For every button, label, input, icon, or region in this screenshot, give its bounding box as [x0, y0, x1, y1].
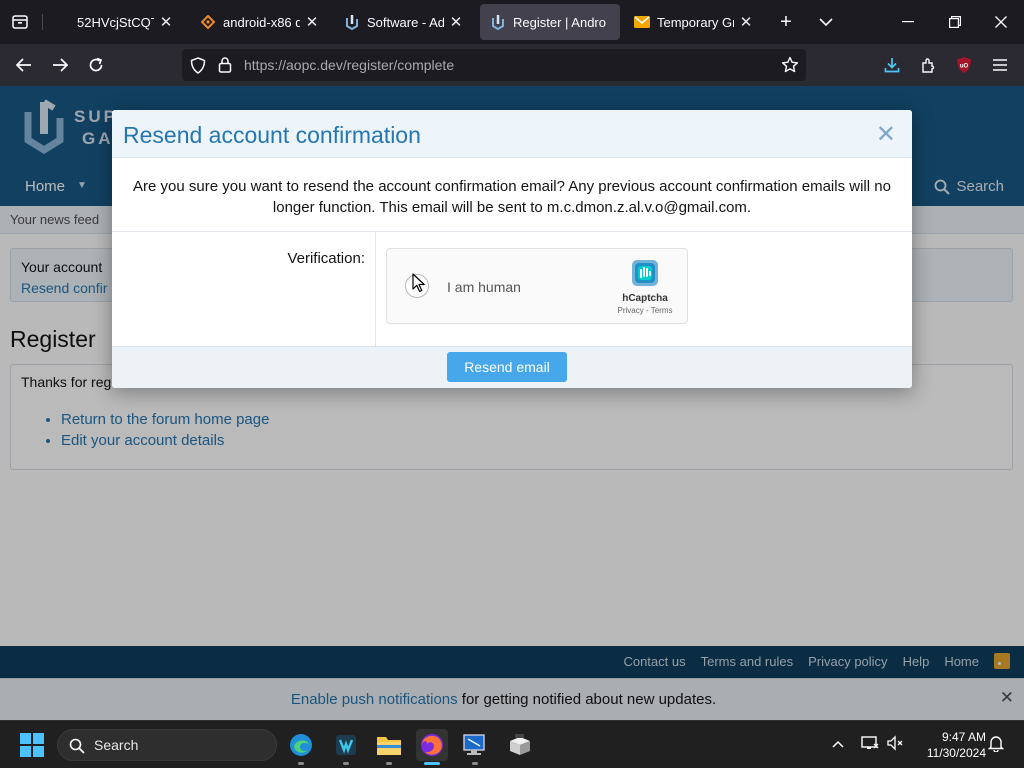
- lock-icon[interactable]: [218, 56, 232, 76]
- firefox-icon[interactable]: [416, 729, 448, 761]
- taskbar-clock[interactable]: 9:47 AM 11/30/2024: [912, 729, 986, 761]
- extensions-icon[interactable]: [917, 53, 941, 77]
- taskbar-search-label: Search: [94, 737, 139, 753]
- virtual-machine-icon[interactable]: [459, 729, 491, 761]
- tab-android-x86[interactable]: android-x86 dow ✕: [190, 4, 330, 40]
- tab-title: 52HVcjStCQTsaDJW: [77, 14, 154, 30]
- back-arrow-icon[interactable]: [12, 53, 36, 77]
- sourceforge-icon: [200, 14, 216, 30]
- app-indicator: [386, 762, 392, 765]
- tab-mail-1[interactable]: 52HVcjStCQTsaDJW ✕: [44, 4, 184, 40]
- restore-icon[interactable]: [943, 10, 967, 34]
- app-indicator: [472, 762, 478, 765]
- resend-email-button[interactable]: Resend email: [447, 352, 567, 382]
- hcaptcha-widget[interactable]: I am human hCaptcha Privacy - Terms: [386, 248, 688, 324]
- dialog-title: Resend account confirmation: [123, 122, 421, 148]
- vscode-like-icon[interactable]: [330, 729, 362, 761]
- reload-icon[interactable]: [84, 53, 108, 77]
- downloads-icon[interactable]: [880, 53, 904, 77]
- windows-start-icon[interactable]: [20, 733, 44, 757]
- site-logo-icon: [344, 14, 360, 30]
- forward-arrow-icon[interactable]: [48, 53, 72, 77]
- tab-title: Temporary Gma: [657, 14, 734, 30]
- network-display-icon[interactable]: [861, 735, 879, 754]
- tab-register[interactable]: Register | Andro: [480, 4, 620, 40]
- edge-browser-icon[interactable]: [285, 729, 317, 761]
- dialog-message-line-2: longer function. This email will be sent…: [272, 199, 752, 216]
- minimize-icon[interactable]: [896, 10, 920, 34]
- bookmark-star-icon[interactable]: [781, 56, 799, 77]
- clock-date: 11/30/2024: [926, 746, 986, 760]
- windows-taskbar: Search 9:47 AM 11/30/2024: [0, 720, 1024, 768]
- url-path: /register/complete: [342, 57, 455, 73]
- hcaptcha-brand-name: hCaptcha: [622, 293, 668, 304]
- volume-muted-icon[interactable]: [886, 735, 904, 754]
- url-host: https://aopc.dev: [244, 57, 343, 73]
- tab-title: android-x86 dow: [223, 14, 300, 30]
- new-tab-plus-icon[interactable]: +: [774, 10, 798, 34]
- tab-close-icon[interactable]: ✕: [158, 13, 174, 31]
- hcaptcha-logo-icon: [632, 260, 658, 286]
- dialog-header: Resend account confirmation ✕: [112, 110, 912, 158]
- close-window-icon[interactable]: [989, 10, 1013, 34]
- dialog-close-icon[interactable]: ✕: [876, 120, 896, 149]
- verification-label: Verification:: [287, 250, 365, 267]
- ublock-badge-text: uO: [960, 64, 969, 70]
- verification-label-cell: Verification:: [112, 232, 376, 346]
- resend-confirmation-dialog: Resend account confirmation ✕ Are you su…: [112, 110, 912, 388]
- tab-temp-mail[interactable]: Temporary Gma ✕: [624, 4, 764, 40]
- tab-separator: [42, 14, 43, 30]
- address-bar[interactable]: https://aopc.dev/register/complete: [182, 49, 806, 81]
- show-hidden-icons-chevron-up-icon[interactable]: [832, 735, 844, 751]
- installer-box-icon[interactable]: [504, 729, 536, 761]
- tab-title: Software - Adva: [367, 14, 444, 30]
- taskbar-search-box[interactable]: Search: [57, 729, 277, 761]
- site-logo-icon: [490, 14, 506, 30]
- notification-bell-icon[interactable]: [987, 734, 1005, 755]
- firefox-view-icon: [12, 15, 28, 29]
- dialog-message-line-1: Are you sure you want to resend the acco…: [133, 178, 891, 195]
- tab-close-icon[interactable]: ✕: [738, 13, 754, 31]
- tab-title: Register | Andro: [513, 14, 606, 30]
- dialog-message: Are you sure you want to resend the acco…: [112, 158, 912, 232]
- tab-close-icon[interactable]: ✕: [448, 13, 464, 31]
- verification-row: Verification: I am human hCaptcha Privac…: [112, 232, 912, 346]
- tab-strip: 52HVcjStCQTsaDJW ✕ android-x86 dow ✕ Sof…: [0, 0, 1024, 44]
- active-app-indicator: [424, 762, 440, 765]
- shield-icon[interactable]: [190, 57, 206, 77]
- tab-software[interactable]: Software - Adva ✕: [334, 4, 474, 40]
- captcha-label: I am human: [447, 279, 521, 295]
- hcaptcha-branding: hCaptcha Privacy - Terms: [613, 257, 677, 315]
- url-text[interactable]: https://aopc.dev/register/complete: [244, 57, 454, 73]
- mail-icon: [54, 14, 70, 30]
- list-tabs-chevron-down-icon[interactable]: [814, 10, 838, 34]
- navigation-toolbar: https://aopc.dev/register/complete uO: [0, 44, 1024, 86]
- ublock-origin-icon[interactable]: uO: [952, 53, 976, 77]
- app-indicator: [343, 762, 349, 765]
- web-page: SUP GA Home ▼ Search Your news feed Your…: [0, 86, 1024, 720]
- file-explorer-icon[interactable]: [373, 729, 405, 761]
- dialog-footer: Resend email: [112, 346, 912, 388]
- search-icon: [69, 738, 85, 754]
- hcaptcha-privacy-terms-link[interactable]: Privacy - Terms: [613, 306, 677, 315]
- app-indicator: [298, 762, 304, 765]
- clock-time: 9:47 AM: [941, 730, 986, 744]
- firefox-view-button[interactable]: [8, 10, 32, 34]
- menu-hamburger-icon[interactable]: [988, 53, 1012, 77]
- mouse-cursor-icon: [412, 273, 426, 296]
- mail-icon: [634, 14, 650, 30]
- tab-close-icon[interactable]: ✕: [304, 13, 320, 31]
